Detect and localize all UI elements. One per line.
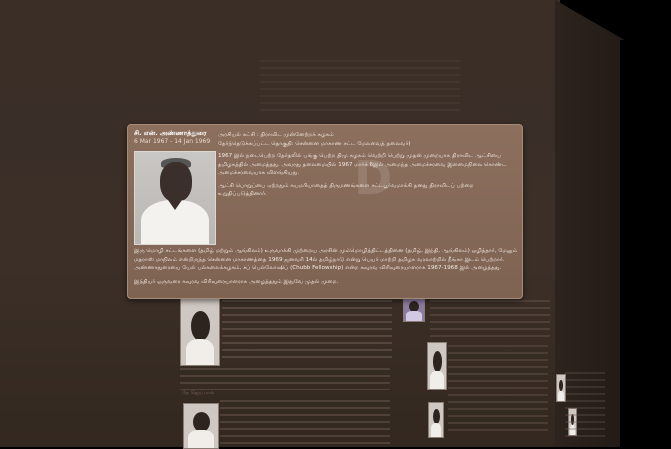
portrait-body (185, 338, 215, 365)
portrait-face (192, 411, 210, 432)
meta-paragraph: 1967 இல் நடைபெற்ற தேர்தலில் பங்கு பெற்ற … (218, 153, 507, 176)
portrait-head (160, 162, 192, 202)
background-text-block (180, 368, 390, 390)
term-dates: 6 Mar 1967 - 14 Jan 1969 (134, 138, 211, 145)
background-heading: தே ஜெய்பால் (182, 390, 215, 396)
viewport-edge (620, 40, 671, 447)
party-line: அரசியல் கட்சி : திராவிட முன்னேற்றக் கழகம… (218, 132, 334, 138)
description-paragraph: இரு மொழி சட்டங்களை (தமிழ் மற்றும் ஆங்கில… (134, 248, 518, 271)
portrait-body (406, 311, 422, 321)
background-portrait-thumb[interactable] (428, 402, 444, 438)
portrait-body (557, 390, 565, 401)
person-meta: அரசியல் கட்சி : திராவிட முன்னேற்றக் கழகம… (218, 131, 514, 203)
person-description: இரு மொழி சட்டங்களை (தமிழ் மற்றும் ஆங்கில… (134, 247, 518, 291)
background-text-block (222, 300, 392, 360)
background-text-block (448, 345, 548, 435)
background-portrait-thumb[interactable] (180, 298, 220, 366)
background-text-block (260, 60, 460, 115)
portrait-face (559, 379, 563, 392)
person-name: சி. என். அண்ணாத்துரை (134, 129, 207, 137)
meta-paragraph: ஆட்சி பொறுப்பை ஏற்றதும் சுயமரியாதைத் திர… (218, 182, 474, 198)
portrait-body (430, 423, 442, 437)
constituency-line: தேர்ந்தெடுக்கப்பட்ட தொகுதி: சென்னை மாகாண… (218, 140, 411, 147)
portrait-face (190, 310, 210, 341)
person-info-card[interactable]: சி. என். அண்ணாத்துரை 6 Mar 1967 - 14 Jan… (127, 124, 523, 299)
background-portrait-thumb[interactable] (403, 296, 425, 322)
portrait-body (430, 370, 444, 389)
portrait-face (432, 409, 440, 425)
background-text-block (565, 372, 605, 442)
background-text-block (430, 300, 550, 340)
background-portrait-thumb[interactable] (427, 342, 447, 390)
portrait-body (188, 430, 214, 448)
person-portrait (134, 151, 216, 245)
background-text-block (220, 400, 390, 445)
description-paragraph: இந்தியர் ஒருவரை கவுரவ விரிவுரையாளராக அழை… (134, 278, 339, 285)
background-portrait-thumb[interactable] (183, 403, 219, 449)
portrait-face (432, 351, 442, 372)
